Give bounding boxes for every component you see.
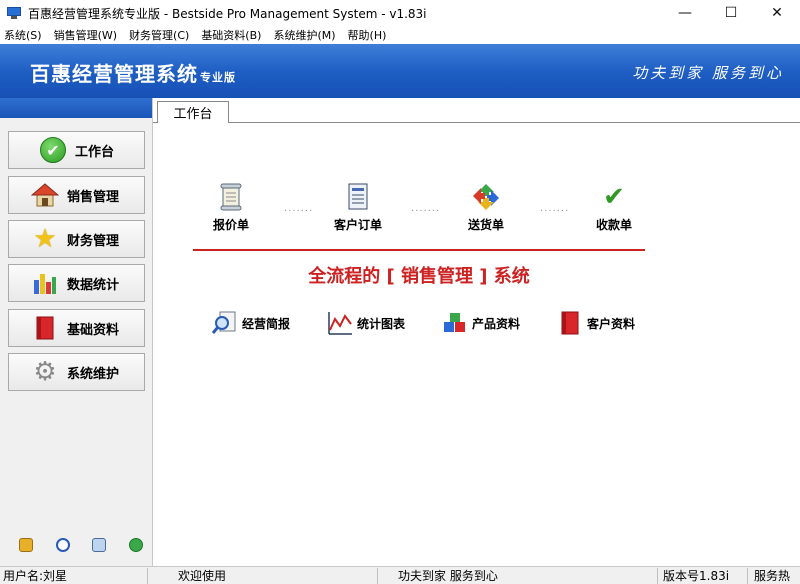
line-chart-icon [327, 310, 353, 336]
menu-bar: 系统(S) 销售管理(W) 财务管理(C) 基础资料(B) 系统维护(M) 帮助… [0, 26, 800, 44]
back-arrow-icon[interactable] [129, 538, 143, 552]
sidebar-item-label: 数据统计 [67, 277, 120, 293]
flow-step-label: 收款单 [595, 218, 632, 232]
sidebar-item-label: 财务管理 [67, 233, 120, 249]
recycle-arrows-icon [471, 182, 501, 212]
banner-title: 百惠经营管理系统 专业版 [30, 58, 236, 87]
bar-chart-icon [31, 269, 59, 297]
book-icon [31, 314, 59, 342]
status-bar: 用户名:刘星 欢迎使用 功夫到家 服务到心 版本号1.83i 服务热 [0, 566, 800, 584]
window-controls: — ☐ ✕ [662, 0, 800, 26]
status-slogan: 功夫到家 服务到心 [398, 568, 658, 584]
quick-link-label: 产品资料 [472, 316, 521, 331]
sidebar-item-basic-data[interactable]: 基础资料 [8, 309, 145, 347]
banner-slogan: 功夫到家 服务到心 [632, 64, 784, 82]
close-button[interactable]: ✕ [754, 0, 800, 26]
sidebar-item-workbench[interactable]: ✔ 工作台 [8, 131, 145, 169]
cubes-icon [442, 310, 468, 336]
checkmark-icon: ✔ [603, 182, 625, 212]
window-title: 百惠经营管理系统专业版 - Bestside Pro Management Sy… [28, 6, 427, 21]
sidebar-item-label: 基础资料 [67, 322, 120, 338]
red-book-icon [557, 310, 583, 336]
status-user: 用户名:刘星 [3, 568, 148, 584]
menu-system[interactable]: 系统(S) [4, 27, 42, 43]
banner-title-text: 百惠经营管理系统 [30, 62, 198, 86]
menu-finance[interactable]: 财务管理(C) [129, 27, 189, 43]
flow-step-receipt[interactable]: ✔ 收款单 [579, 182, 649, 233]
pencil-icon[interactable] [19, 538, 33, 552]
status-welcome: 欢迎使用 [178, 568, 378, 584]
sidebar-item-finance[interactable]: ★ 财务管理 [8, 220, 145, 258]
check-icon: ✔ [39, 136, 67, 164]
sidebar-bottom-toolbar [0, 538, 153, 554]
quick-link-label: 经营简报 [242, 316, 291, 331]
tab-workbench[interactable]: 工作台 [157, 101, 229, 123]
status-service: 服务热 [754, 569, 791, 583]
quick-link-label: 客户资料 [587, 316, 636, 331]
sidebar-header-strip [0, 98, 152, 118]
sidebar-item-sales[interactable]: 销售管理 [8, 176, 145, 214]
status-version: 版本号1.83i [663, 568, 748, 584]
search-window-icon[interactable] [92, 538, 106, 552]
flow-step-customer-order[interactable]: 客户订单 [323, 182, 393, 233]
menu-sales[interactable]: 销售管理(W) [54, 27, 117, 43]
quick-link-stat-chart[interactable]: 统计图表 [327, 310, 405, 336]
sidebar-item-label: 销售管理 [67, 189, 120, 205]
flow-step-delivery[interactable]: 送货单 [451, 182, 521, 233]
flow-step-label: 送货单 [467, 218, 504, 232]
flow-connector: ······· [411, 206, 441, 217]
title-bar: 百惠经营管理系统专业版 - Bestside Pro Management Sy… [0, 0, 800, 26]
sidebar-item-label: 系统维护 [67, 366, 120, 382]
flow-step-quotation[interactable]: 报价单 [196, 182, 266, 233]
workflow-headline: 全流程的 [ 销售管理 ] 系统 [308, 266, 530, 287]
quick-link-product-data[interactable]: 产品资料 [442, 310, 520, 336]
header-banner: 百惠经营管理系统 专业版 功夫到家 服务到心 [0, 44, 800, 98]
menu-maintenance[interactable]: 系统维护(M) [273, 27, 335, 43]
quick-link-customer-data[interactable]: 客户资料 [557, 310, 635, 336]
sidebar-item-label: 工作台 [74, 144, 114, 160]
flow-step-label: 报价单 [212, 218, 249, 232]
quick-link-label: 统计图表 [357, 316, 406, 331]
flow-connector: ······· [540, 206, 570, 217]
clock-icon[interactable] [56, 538, 70, 552]
menu-basic-data[interactable]: 基础资料(B) [201, 27, 261, 43]
sidebar-item-statistics[interactable]: 数据统计 [8, 264, 145, 302]
document-icon [343, 182, 373, 212]
gear-icon: ⚙ [33, 357, 57, 387]
magnifier-report-icon [212, 310, 238, 336]
app-monitor-icon [6, 5, 22, 21]
flow-connector: ······· [284, 206, 314, 217]
star-icon: ★ [33, 224, 57, 254]
banner-edition: 专业版 [200, 71, 236, 84]
sidebar-item-maintenance[interactable]: ⚙ 系统维护 [8, 353, 145, 391]
minimize-button[interactable]: — [662, 0, 708, 26]
tab-strip-line [153, 122, 800, 123]
maximize-button[interactable]: ☐ [708, 0, 754, 26]
menu-help[interactable]: 帮助(H) [348, 27, 387, 43]
house-icon [31, 181, 59, 209]
scroll-icon [216, 182, 246, 212]
quick-link-business-report[interactable]: 经营简报 [212, 310, 290, 336]
divider-line [193, 249, 645, 251]
flow-step-label: 客户订单 [333, 218, 382, 232]
